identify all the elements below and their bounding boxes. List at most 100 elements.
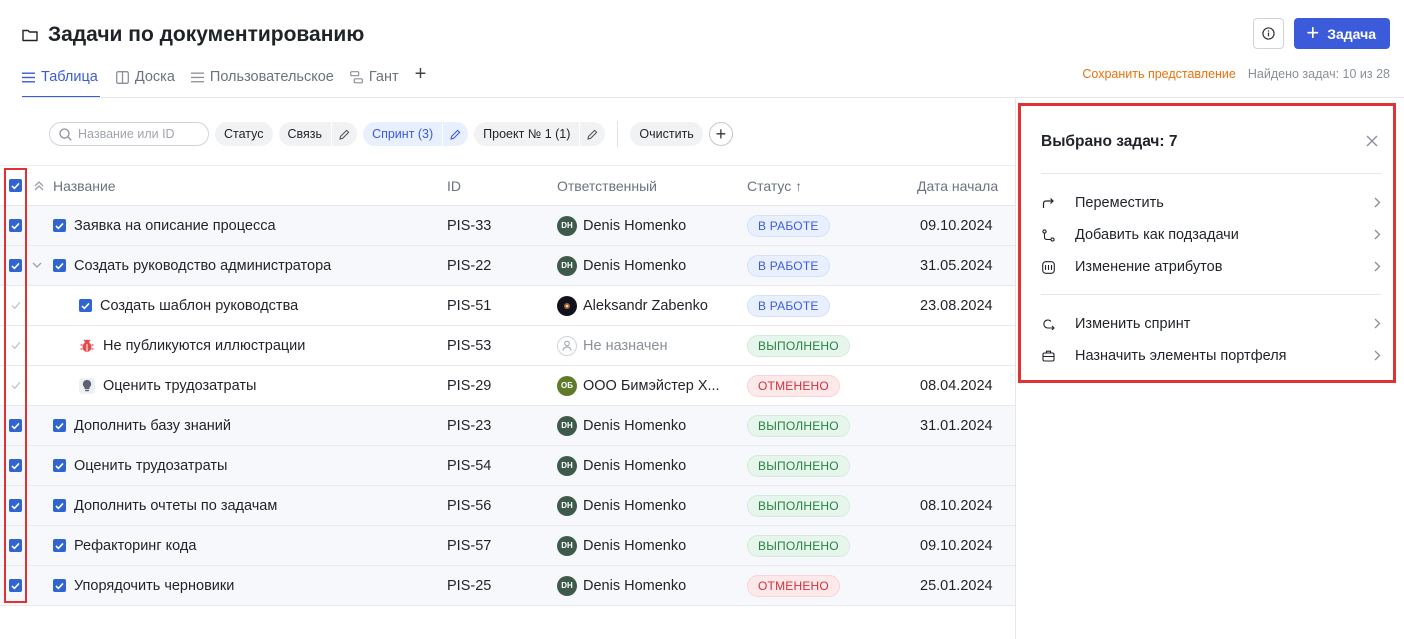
column-header-start-date[interactable]: Дата начала	[917, 166, 998, 205]
menu-item-move[interactable]: Переместить	[1041, 187, 1381, 219]
task-name-cell[interactable]: Не публикуются иллюстрации	[79, 326, 305, 365]
task-name-cell[interactable]: Рефакторинг кода	[53, 526, 196, 565]
task-name-cell[interactable]: Создать шаблон руководства	[79, 286, 298, 325]
filter-chip-project[interactable]: Проект № 1 (1)	[474, 122, 606, 146]
owner-cell[interactable]: DH Denis Homenko	[557, 526, 686, 565]
owner-cell[interactable]: Не назначен	[557, 326, 668, 365]
table-row[interactable]: Создать шаблон руководства PIS-51 Aleksand…	[0, 286, 1015, 326]
tab-gantt[interactable]: Гант	[349, 60, 399, 90]
table-row[interactable]: Упорядочить черновики PIS-25 DH Denis Homen…	[0, 566, 1015, 606]
status-badge: В РАБОТЕ	[747, 214, 830, 237]
filter-chip-status[interactable]: Статус	[215, 122, 273, 146]
tab-board[interactable]: Доска	[115, 60, 175, 90]
owner-name: Denis Homenko	[583, 537, 687, 554]
column-header-id[interactable]: ID	[447, 166, 461, 205]
table-row[interactable]: Создать руководство администратора PIS-22…	[0, 246, 1015, 286]
column-header-status[interactable]: Статус ↑	[747, 166, 802, 205]
status-cell[interactable]: ВЫПОЛНЕНО	[747, 326, 850, 365]
list-icon	[190, 72, 204, 82]
task-name-cell[interactable]: Упорядочить черновики	[53, 566, 234, 605]
owner-cell[interactable]: DH Denis Homenko	[557, 486, 686, 525]
avatar: DH	[557, 535, 577, 556]
task-name: Дополнить очтеты по задачам	[74, 497, 278, 514]
column-header-owner[interactable]: Ответственный	[557, 166, 657, 205]
task-name-cell[interactable]: Дополнить очтеты по задачам	[53, 486, 277, 525]
add-view-button[interactable]: +	[415, 64, 427, 84]
collapse-all-icon[interactable]	[33, 166, 45, 205]
task-id: PIS-57	[447, 537, 492, 554]
owner-cell[interactable]: DH Denis Homenko	[557, 406, 686, 445]
table-row[interactable]: Оценить трудозатраты PIS-29 ОБ ООО Бимэйсте…	[0, 366, 1015, 406]
menu-item-change-sprint[interactable]: Изменить спринт	[1041, 308, 1381, 340]
task-id: PIS-33	[447, 217, 492, 234]
start-date: 31.01.2024	[920, 417, 993, 434]
task-type-icon	[53, 259, 66, 272]
status-cell[interactable]: В РАБОТЕ	[747, 286, 830, 325]
filter-chip-sprint[interactable]: Спринт (3)	[363, 122, 469, 146]
panel-title: Выбрано задач: 7	[1041, 133, 1178, 150]
clear-filters-button[interactable]: Очистить	[630, 122, 703, 146]
menu-item-assign-portfolio[interactable]: Назначить элементы портфеля	[1041, 340, 1381, 372]
tab-table[interactable]: Таблица	[22, 60, 100, 98]
start-date: 08.04.2024	[920, 377, 993, 394]
table-row[interactable]: Не публикуются иллюстрации PIS-53 Не назна…	[0, 326, 1015, 366]
add-filter-button[interactable]: +	[708, 122, 733, 146]
start-date: 23.08.2024	[920, 297, 993, 314]
selection-highlight-frame	[4, 168, 27, 603]
task-name-cell[interactable]: Создать руководство администратора	[53, 246, 331, 285]
task-name-cell[interactable]: Заявка на описание процесса	[53, 206, 276, 245]
table-row[interactable]: Оценить трудозатраты PIS-54 DH Denis Homenk…	[0, 446, 1015, 486]
close-icon[interactable]	[1365, 134, 1379, 148]
column-header-name[interactable]: Название	[53, 166, 116, 205]
status-cell[interactable]: ВЫПОЛНЕНО	[747, 486, 850, 525]
task-id: PIS-23	[447, 417, 492, 434]
filter-chip-link[interactable]: Связь	[278, 122, 358, 146]
search-box[interactable]	[49, 122, 209, 146]
avatar: DH	[557, 575, 577, 596]
info-button[interactable]	[1253, 18, 1285, 49]
search-input[interactable]	[78, 127, 198, 141]
task-name-cell[interactable]: Оценить трудозатраты	[53, 446, 227, 485]
status-cell[interactable]: ВЫПОЛНЕНО	[747, 406, 850, 445]
pencil-icon[interactable]	[442, 122, 468, 146]
table-row[interactable]: Дополнить базу знаний PIS-23 DH Denis Homen…	[0, 406, 1015, 446]
chip-label: Очистить	[639, 127, 694, 141]
chevron-down-icon[interactable]	[32, 246, 42, 285]
status-cell[interactable]: В РАБОТЕ	[747, 246, 830, 285]
owner-cell[interactable]: DH Denis Homenko	[557, 206, 686, 245]
pencil-icon[interactable]	[331, 122, 357, 146]
owner-cell[interactable]: DH Denis Homenko	[557, 446, 686, 485]
task-type-icon	[53, 459, 66, 472]
portfolio-icon	[1041, 349, 1055, 363]
table-row[interactable]: Заявка на описание процесса PIS-33 DH Denis…	[0, 206, 1015, 246]
owner-cell[interactable]: ОБ ООО Бимэйстер Х...	[557, 366, 720, 405]
menu-item-add-subtasks[interactable]: Добавить как подзадачи	[1041, 219, 1381, 251]
save-view-link[interactable]: Сохранить представление	[1082, 67, 1236, 81]
chevron-right-icon	[1374, 197, 1381, 208]
table-row[interactable]: Дополнить очтеты по задачам PIS-56 DH Denis…	[0, 486, 1015, 526]
task-name: Не публикуются иллюстрации	[103, 337, 306, 354]
status-cell[interactable]: ОТМЕНЕНО	[747, 366, 840, 405]
task-name-cell[interactable]: Дополнить базу знаний	[53, 406, 231, 445]
start-date: 31.05.2024	[920, 257, 993, 274]
status-cell[interactable]: В РАБОТЕ	[747, 206, 830, 245]
status-cell[interactable]: ВЫПОЛНЕНО	[747, 526, 850, 565]
tab-custom[interactable]: Пользовательское	[190, 60, 334, 90]
owner-cell[interactable]: Aleksandr Zabenko	[557, 286, 708, 325]
status-cell[interactable]: ВЫПОЛНЕНО	[747, 446, 850, 485]
owner-cell[interactable]: DH Denis Homenko	[557, 566, 686, 605]
task-name-cell[interactable]: Оценить трудозатраты	[79, 366, 256, 405]
table-row[interactable]: Рефакторинг кода PIS-57 DH Denis Homenko ВЫП…	[0, 526, 1015, 566]
add-task-button[interactable]: + Задача	[1294, 18, 1390, 49]
menu-item-change-attributes[interactable]: Изменение атрибутов	[1041, 251, 1381, 283]
status-cell[interactable]: ОТМЕНЕНО	[747, 566, 840, 605]
task-type-icon	[53, 499, 66, 512]
task-id: PIS-25	[447, 577, 492, 594]
attributes-icon	[1041, 260, 1055, 274]
task-id: PIS-29	[447, 377, 492, 394]
status-badge: ВЫПОЛНЕНО	[747, 334, 850, 357]
chevron-right-icon	[1374, 261, 1381, 272]
pencil-icon[interactable]	[579, 122, 605, 146]
owner-cell[interactable]: DH Denis Homenko	[557, 246, 686, 285]
avatar	[557, 295, 577, 316]
